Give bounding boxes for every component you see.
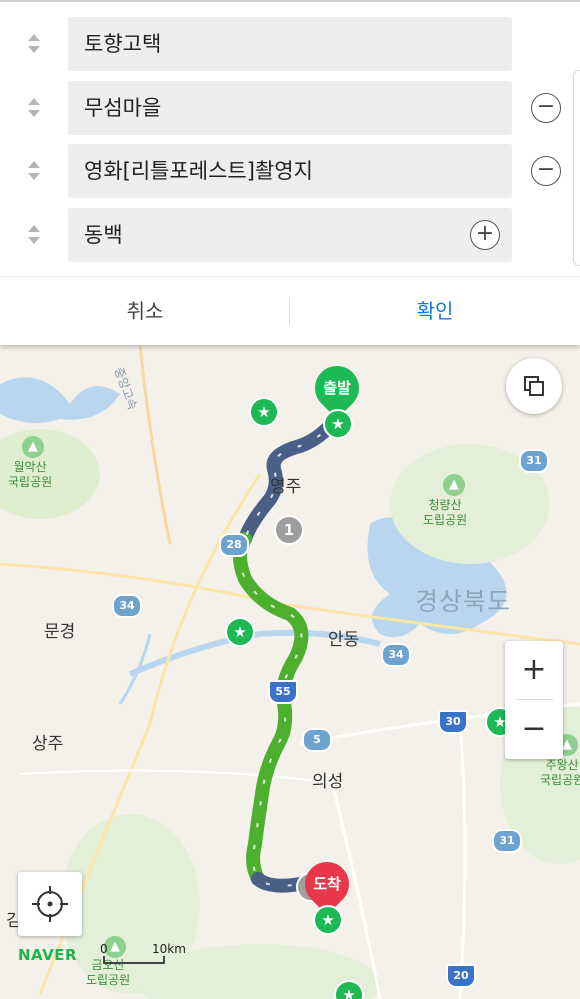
map-label-yeongju: 영주 — [270, 477, 302, 497]
naver-logo: NAVER — [18, 946, 78, 964]
map-label-gyeongbuk: 경상북도 — [415, 587, 512, 616]
end-pin-label: 도착 — [313, 875, 341, 893]
park-icon: ▲ — [443, 474, 465, 496]
destination-input[interactable]: 동백 — [68, 208, 512, 262]
expressway-shield: 55 — [268, 680, 298, 704]
start-pin-label: 출발 — [323, 379, 351, 397]
map-label-sangju: 상주 — [32, 734, 64, 754]
remove-waypoint-button[interactable]: − — [531, 156, 561, 186]
action-bar: 취소 확인 — [0, 276, 580, 345]
map-label-andong: 안동 — [328, 630, 360, 650]
highway-shield: 28 — [219, 533, 249, 557]
reorder-handle-icon[interactable] — [26, 98, 42, 120]
remove-waypoint-button[interactable]: − — [531, 93, 561, 123]
star-poi-icon[interactable]: ★ — [225, 617, 255, 647]
map-label-woraksan: 월악산 국립공원 — [8, 460, 53, 489]
end-star-icon: ★ — [313, 905, 343, 935]
waypoint-row-1: 무섬마을 − — [0, 81, 580, 135]
start-star-icon: ★ — [323, 409, 353, 439]
cancel-button[interactable]: 취소 — [0, 277, 290, 345]
zoom-out-button[interactable]: − — [505, 700, 563, 758]
current-location-button[interactable] — [18, 872, 82, 936]
waypoint-input[interactable]: 영화[리틀포레스트]촬영지 — [68, 144, 512, 198]
highway-shield: 5 — [302, 728, 332, 752]
zoom-control: + − — [505, 641, 563, 759]
expressway-shield: 30 — [438, 710, 468, 734]
layers-icon — [524, 376, 544, 396]
map-layers-button[interactable] — [506, 358, 562, 414]
highway-shield: 31 — [492, 829, 522, 853]
scale-bar — [103, 956, 165, 964]
reorder-handle-icon[interactable] — [26, 225, 42, 247]
map-label-uiseong: 의성 — [312, 772, 344, 792]
add-waypoint-button[interactable]: + — [470, 220, 500, 250]
map-label-mungyeong: 문경 — [44, 622, 76, 642]
map-view[interactable]: 영주 안동 문경 상주 의성 김 경상북도 중앙고속 ▲ 월악산 국립공원 ▲ … — [0, 344, 580, 999]
highway-shield: 34 — [112, 594, 142, 618]
scale-start-label: 0 — [100, 942, 108, 956]
star-poi-icon[interactable]: ★ — [249, 397, 279, 427]
waypoint-input[interactable]: 무섬마을 — [68, 81, 512, 135]
map-base — [0, 344, 580, 999]
highway-shield: 34 — [381, 643, 411, 667]
scrollbar[interactable] — [573, 70, 580, 266]
reorder-handle-icon[interactable] — [26, 34, 42, 56]
map-label-juwangsan: 주왕산 국립공원 — [540, 758, 580, 787]
expressway-shield: 20 — [446, 964, 476, 988]
confirm-button[interactable]: 확인 — [290, 277, 580, 345]
waypoint-marker[interactable]: 1 — [274, 515, 304, 545]
origin-input[interactable]: 토향고택 — [68, 17, 512, 71]
waypoint-row-2: 영화[리틀포레스트]촬영지 − — [0, 144, 580, 198]
crosshair-icon — [32, 886, 68, 922]
waypoint-row-destination: 동백 + — [0, 208, 580, 262]
highway-shield: 31 — [519, 449, 549, 473]
route-edit-panel: 토향고택 무섬마을 − 영화[리틀포레스트]촬영지 − 동백 + — [0, 0, 580, 276]
map-label-cheongnyangsan: 청량산 도립공원 — [423, 498, 468, 527]
reorder-handle-icon[interactable] — [26, 161, 42, 183]
scale-end-label: 10km — [152, 942, 186, 956]
waypoint-row-origin: 토향고택 — [0, 17, 580, 71]
park-icon: ▲ — [22, 436, 44, 458]
zoom-in-button[interactable]: + — [505, 641, 563, 699]
